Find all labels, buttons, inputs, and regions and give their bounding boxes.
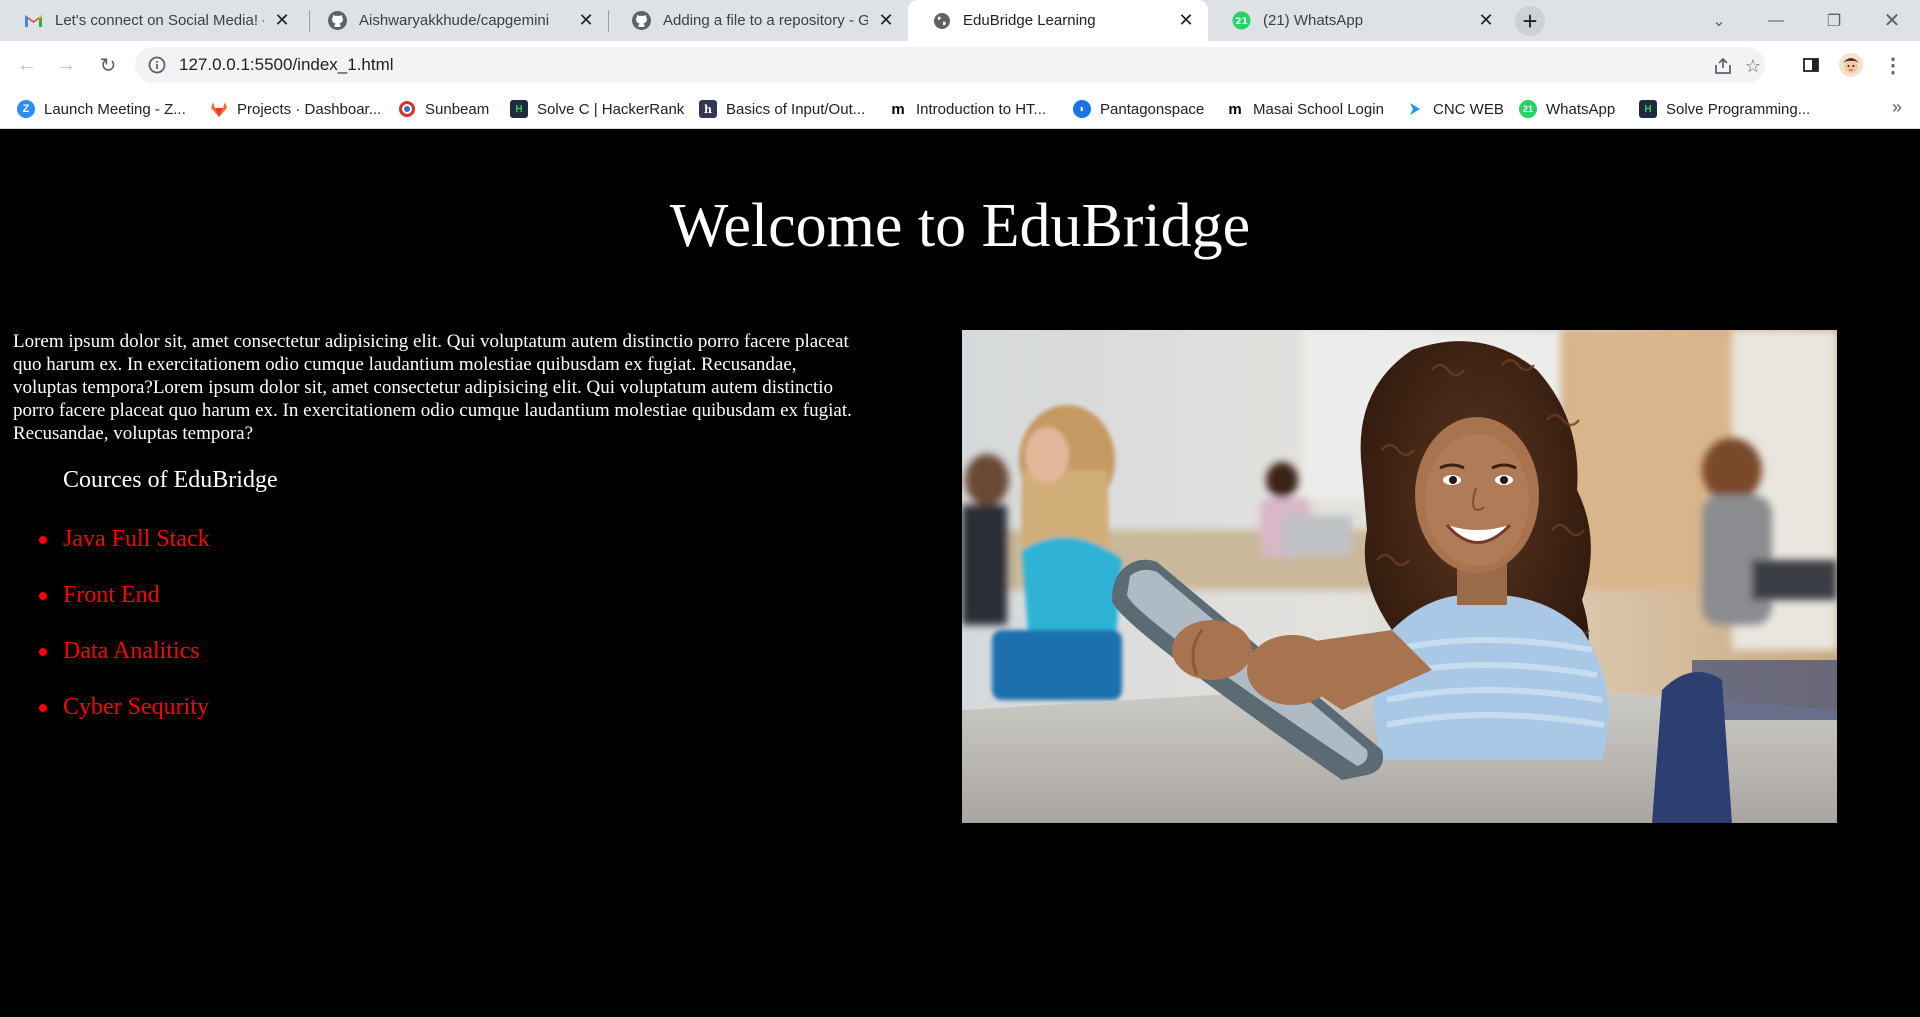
bookmark-label: Projects · Dashboar... bbox=[237, 100, 382, 118]
restore-icon[interactable]: ❐ bbox=[1810, 0, 1858, 41]
course-item: Cyber Sequrity bbox=[39, 693, 210, 749]
tab-title: Let's connect on Social Media! - a bbox=[55, 12, 264, 29]
intro-paragraph: Lorem ipsum dolor sit, amet consectetur … bbox=[13, 331, 852, 444]
close-icon[interactable]: ✕ bbox=[1476, 10, 1496, 31]
bullet-icon bbox=[39, 592, 47, 600]
page-title: Welcome to EduBridge bbox=[669, 192, 1251, 260]
whatsapp-icon: 21 bbox=[1519, 100, 1537, 118]
bookmark-item[interactable]: CNC WEB bbox=[1406, 97, 1504, 121]
course-item: Data Analitics bbox=[39, 637, 210, 693]
site-info-icon[interactable] bbox=[147, 55, 167, 75]
new-tab-button[interactable]: + bbox=[1515, 6, 1545, 36]
menu-kebab-icon[interactable]: ⋮ bbox=[1875, 47, 1911, 83]
bookmark-label: WhatsApp bbox=[1546, 100, 1616, 118]
bookmarks-bar: Z Launch Meeting - Z... Projects · Dashb… bbox=[0, 89, 1920, 129]
tab-title: EduBridge Learning bbox=[963, 12, 1096, 29]
window-close-icon[interactable]: ✕ bbox=[1868, 0, 1916, 41]
tab-github-adding-file[interactable]: Adding a file to a repository - Git ✕ bbox=[608, 0, 908, 41]
bullet-icon bbox=[39, 648, 47, 656]
close-icon[interactable]: ✕ bbox=[876, 10, 896, 31]
bookmark-item[interactable]: m Introduction to HT... bbox=[889, 97, 1046, 121]
tab-github-capgemini[interactable]: Aishwaryakkhude/capgemini ✕ bbox=[304, 0, 608, 41]
course-label: Java Full Stack bbox=[63, 526, 210, 552]
course-item: Front End bbox=[39, 581, 210, 637]
bookmarks-overflow-chevron-icon[interactable]: » bbox=[1892, 97, 1902, 118]
bookmark-item[interactable]: 21 WhatsApp bbox=[1519, 97, 1615, 121]
bookmark-label: Pantagonspace bbox=[1100, 100, 1205, 118]
zoom-icon: Z bbox=[17, 100, 35, 118]
course-label: Front End bbox=[63, 582, 160, 608]
cnc-icon bbox=[1406, 100, 1424, 118]
back-icon[interactable]: ← bbox=[9, 47, 45, 83]
github-icon bbox=[328, 11, 347, 30]
course-item: Java Full Stack bbox=[39, 525, 210, 581]
browser-toolbar: ← → ↻ 127.0.0.1:5500/index_1.html ☆ ⋮ bbox=[0, 41, 1920, 89]
tab-search-icon[interactable]: ⌄ bbox=[1695, 0, 1743, 41]
minimize-icon[interactable]: — bbox=[1752, 0, 1800, 41]
bookmark-item[interactable]: h Basics of Input/Out... bbox=[699, 97, 865, 121]
bookmark-label: Solve Programming... bbox=[1666, 100, 1811, 118]
bullet-icon bbox=[39, 536, 47, 544]
tab-title: Adding a file to a repository - Git bbox=[663, 12, 868, 29]
bookmark-item[interactable]: Z Launch Meeting - Z... bbox=[17, 97, 186, 121]
hackerrank-icon: H bbox=[1639, 100, 1657, 118]
classroom-student-image bbox=[962, 330, 1837, 823]
tab-whatsapp[interactable]: 21 (21) WhatsApp ✕ bbox=[1208, 0, 1508, 41]
share-icon[interactable] bbox=[1712, 55, 1734, 77]
globe-icon bbox=[932, 11, 951, 30]
hackerearth-icon: h bbox=[699, 100, 717, 118]
sunbeam-icon bbox=[398, 100, 416, 118]
gitlab-icon bbox=[210, 100, 228, 118]
bookmark-item[interactable]: m Masai School Login bbox=[1226, 97, 1384, 121]
bookmark-star-icon[interactable]: ☆ bbox=[1742, 55, 1764, 77]
bookmark-label: Introduction to HT... bbox=[916, 100, 1047, 118]
tab-title: Aishwaryakkhude/capgemini bbox=[359, 12, 550, 29]
gmail-icon bbox=[24, 11, 43, 30]
course-label: Cyber Sequrity bbox=[63, 694, 209, 720]
course-label: Data Analitics bbox=[63, 638, 200, 664]
bookmark-item[interactable]: Sunbeam bbox=[398, 97, 489, 121]
svg-text:21: 21 bbox=[1235, 17, 1248, 27]
bullet-icon bbox=[39, 704, 47, 712]
page-content: Welcome to EduBridge Lorem ipsum dolor s… bbox=[0, 130, 1920, 1017]
hackerrank-icon: H bbox=[510, 100, 528, 118]
tab-strip: Let's connect on Social Media! - a ✕ Ais… bbox=[0, 0, 1920, 41]
tab-edubridge-active[interactable]: EduBridge Learning ✕ bbox=[908, 0, 1208, 41]
profile-avatar[interactable] bbox=[1833, 47, 1869, 83]
github-icon bbox=[632, 11, 651, 30]
bookmark-item[interactable]: ◗ Pantagonspace bbox=[1073, 97, 1204, 121]
masai-icon: m bbox=[891, 100, 905, 118]
address-bar[interactable]: 127.0.0.1:5500/index_1.html ☆ bbox=[135, 47, 1765, 83]
side-panel-icon[interactable] bbox=[1793, 47, 1829, 83]
bookmark-label: Solve C | HackerRank bbox=[537, 100, 685, 118]
bookmark-item[interactable]: H Solve Programming... bbox=[1639, 97, 1810, 121]
whatsapp-icon: 21 bbox=[1232, 11, 1251, 30]
masai-icon: m bbox=[1228, 100, 1242, 118]
bookmark-label: Masai School Login bbox=[1253, 100, 1384, 118]
reload-icon[interactable]: ↻ bbox=[90, 47, 126, 83]
course-list: Java Full Stack Front End Data Analitics… bbox=[39, 525, 210, 749]
bookmark-label: Launch Meeting - Z... bbox=[44, 100, 186, 118]
bookmark-label: CNC WEB bbox=[1433, 100, 1504, 118]
close-icon[interactable]: ✕ bbox=[272, 10, 292, 31]
forward-icon[interactable]: → bbox=[48, 47, 84, 83]
close-icon[interactable]: ✕ bbox=[1176, 10, 1196, 31]
bookmark-item[interactable]: H Solve C | HackerRank bbox=[510, 97, 684, 121]
bookmark-item[interactable]: Projects · Dashboar... bbox=[210, 97, 381, 121]
close-icon[interactable]: ✕ bbox=[576, 10, 596, 31]
url-text[interactable]: 127.0.0.1:5500/index_1.html bbox=[179, 47, 394, 83]
pantagon-icon: ◗ bbox=[1073, 100, 1091, 118]
bookmark-label: Basics of Input/Out... bbox=[726, 100, 866, 118]
courses-heading: Cources of EduBridge bbox=[63, 467, 278, 493]
tab-gmail[interactable]: Let's connect on Social Media! - a ✕ bbox=[0, 0, 304, 41]
bookmark-label: Sunbeam bbox=[425, 100, 490, 118]
tab-title: (21) WhatsApp bbox=[1263, 12, 1364, 29]
